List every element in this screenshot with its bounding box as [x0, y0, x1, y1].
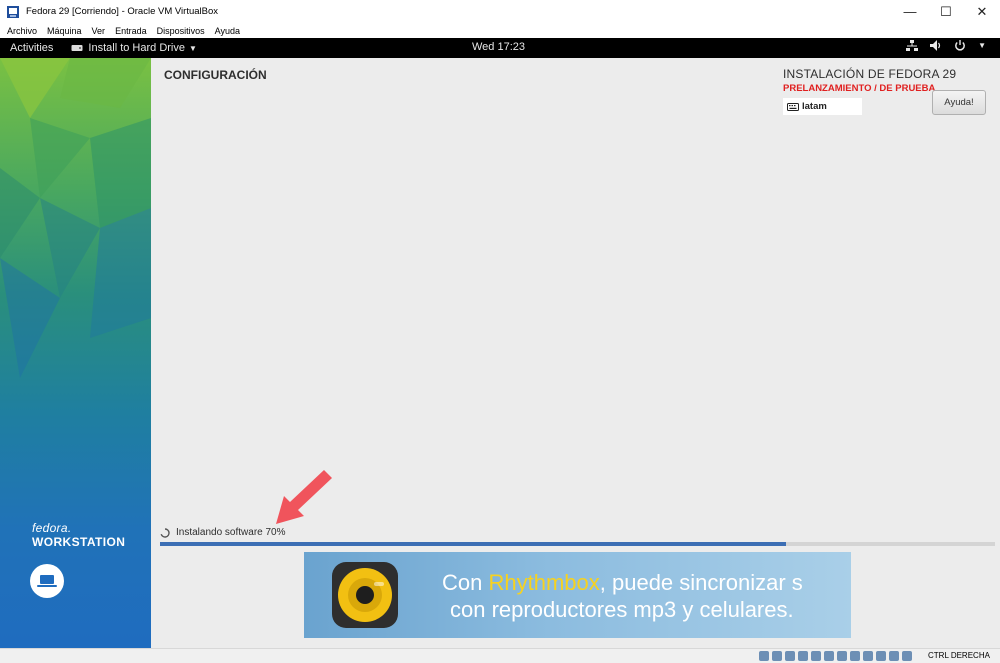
chevron-down-icon: ▼ — [978, 41, 986, 50]
system-menu[interactable]: ▼ — [906, 40, 986, 51]
host-key-icon[interactable] — [902, 651, 912, 661]
promo-banner: Con Rhythmbox, puede sincronizar s con r… — [304, 552, 851, 638]
audio-icon[interactable] — [785, 651, 795, 661]
installer-sidebar: fedora. WORKSTATION — [0, 58, 151, 648]
laptop-icon — [30, 564, 64, 598]
progress-label: Instalando software 70% — [176, 527, 286, 538]
app-menu[interactable]: Install to Hard Drive ▼ — [71, 42, 197, 54]
menu-dispositivos[interactable]: Dispositivos — [157, 26, 205, 36]
volume-icon — [930, 40, 941, 51]
keyboard-layout-indicator[interactable]: latam — [783, 98, 862, 115]
banner-text-line1: Con Rhythmbox, puede sincronizar s — [442, 570, 803, 596]
display-icon[interactable] — [837, 651, 847, 661]
menu-entrada[interactable]: Entrada — [115, 26, 147, 36]
maximize-button[interactable]: ☐ — [928, 0, 964, 23]
window-title-bar: Fedora 29 [Corriendo] - Oracle VM Virtua… — [0, 0, 1000, 23]
gnome-top-bar: Activities Install to Hard Drive ▼ Wed 1… — [0, 38, 1000, 58]
brand-edition: WORKSTATION — [32, 535, 126, 549]
banner-prefix: Con — [442, 570, 489, 595]
brand-fedora: fedora. — [32, 521, 72, 535]
spinner-icon — [160, 527, 170, 538]
speaker-icon — [332, 562, 398, 628]
usb-icon[interactable] — [811, 651, 821, 661]
installer-window: fedora. WORKSTATION CONFIGURACIÓN INSTAL… — [0, 58, 1000, 648]
fedora-workstation-logo: fedora. WORKSTATION — [32, 521, 125, 549]
prerelease-warning: PRELANZAMIENTO / DE PRUEBA — [783, 83, 936, 94]
minimize-button[interactable]: — — [892, 0, 928, 23]
clock[interactable]: Wed 17:23 — [472, 41, 525, 53]
menu-ayuda[interactable]: Ayuda — [215, 26, 240, 36]
banner-suffix: , puede sincronizar s — [599, 570, 803, 595]
menu-maquina[interactable]: Máquina — [47, 26, 82, 36]
progress-bar-fill — [160, 542, 787, 546]
product-title: INSTALACIÓN DE FEDORA 29 — [783, 67, 957, 81]
vbox-menubar: Archivo Máquina Ver Entrada Dispositivos… — [0, 23, 1000, 38]
progress-status: Instalando software 70% — [160, 527, 286, 538]
sidebar-artwork — [0, 58, 151, 378]
network-icon — [906, 40, 919, 51]
menu-archivo[interactable]: Archivo — [7, 26, 37, 36]
progress-bar — [160, 542, 995, 546]
window-title: Fedora 29 [Corriendo] - Oracle VM Virtua… — [26, 6, 219, 17]
help-button[interactable]: Ayuda! — [932, 90, 986, 115]
banner-highlight: Rhythmbox — [488, 570, 600, 595]
activities-button[interactable]: Activities — [10, 42, 53, 54]
network-adapter-icon[interactable] — [798, 651, 808, 661]
optical-drive-icon[interactable] — [772, 651, 782, 661]
host-key-label: CTRL DERECHA — [928, 651, 990, 660]
hard-disk-icon[interactable] — [759, 651, 769, 661]
annotation-arrow — [276, 470, 332, 524]
keyboard-layout-label: latam — [802, 101, 827, 112]
power-icon — [955, 40, 966, 51]
chevron-down-icon: ▼ — [189, 43, 197, 53]
page-title: CONFIGURACIÓN — [164, 68, 267, 82]
recording-icon[interactable] — [850, 651, 860, 661]
keyboard-icon — [787, 102, 799, 111]
mouse-integration-icon[interactable] — [876, 651, 886, 661]
virtualbox-icon — [7, 5, 19, 18]
hard-drive-icon — [71, 45, 83, 51]
cpu-icon[interactable] — [863, 651, 873, 661]
vbox-status-bar: CTRL DERECHA — [0, 648, 1000, 663]
app-menu-label: Install to Hard Drive — [88, 42, 185, 54]
banner-text-line2: con reproductores mp3 y celulares. — [450, 597, 794, 622]
device-status-icons — [759, 651, 912, 661]
menu-ver[interactable]: Ver — [92, 26, 106, 36]
shared-folder-icon[interactable] — [824, 651, 834, 661]
keyboard-capture-icon[interactable] — [889, 651, 899, 661]
close-button[interactable]: ✕ — [964, 0, 1000, 23]
